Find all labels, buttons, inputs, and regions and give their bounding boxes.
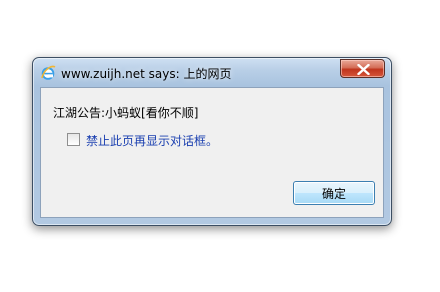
dialog-titlebar[interactable]: www.zuijh.net says: 上的网页 [33, 58, 391, 88]
suppress-dialogs-checkbox[interactable] [67, 133, 80, 146]
close-button[interactable] [340, 59, 385, 78]
dialog-body: 江湖公告:小蚂蚁[看你不顺] 禁止此页再显示对话框。 确定 [40, 87, 384, 218]
alert-dialog: www.zuijh.net says: 上的网页 江湖公告:小蚂蚁[看你不顺] … [32, 57, 392, 226]
close-icon [357, 64, 370, 75]
dialog-message: 江湖公告:小蚂蚁[看你不顺] [53, 106, 199, 120]
ok-button[interactable]: 确定 [293, 181, 375, 205]
suppress-dialogs-label[interactable]: 禁止此页再显示对话框。 [86, 132, 218, 149]
ie-icon [40, 65, 56, 81]
dialog-title: www.zuijh.net says: 上的网页 [61, 67, 232, 81]
